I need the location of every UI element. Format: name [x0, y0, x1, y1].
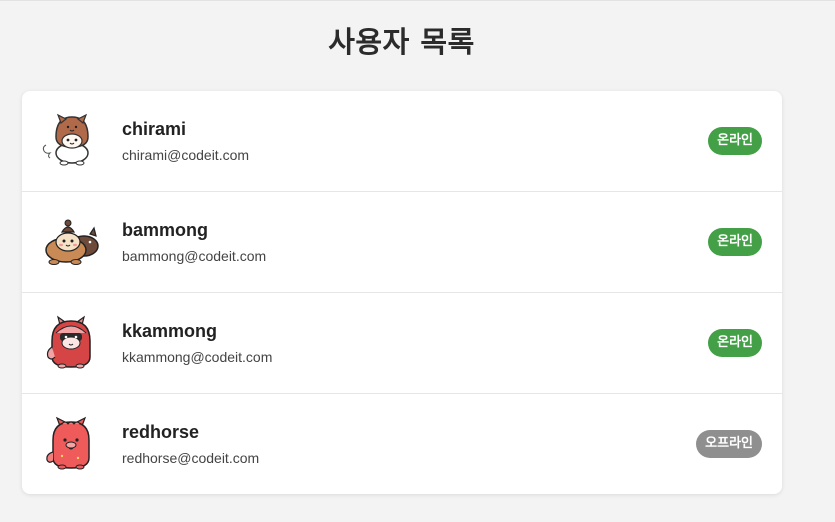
avatar [40, 212, 102, 270]
user-email: chirami@codeit.com [122, 147, 250, 163]
user-list-item[interactable]: chirami chirami@codeit.com 온라인 [22, 91, 782, 192]
user-name: chirami [122, 119, 187, 139]
user-name: bammong [122, 220, 209, 240]
status-badge: 오프라인 [696, 430, 762, 458]
user-list-item[interactable]: redhorse redhorse@codeit.com 오프라인 [22, 394, 782, 494]
user-list-item[interactable]: kkammong kkammong@codeit.com 온라인 [22, 293, 782, 394]
page-title: 사용자 목록 [328, 25, 475, 59]
redhorse-character-icon [46, 416, 90, 470]
avatar [40, 313, 102, 371]
status-badge: 온라인 [708, 228, 762, 256]
user-name: redhorse [122, 422, 200, 442]
user-list: chirami chirami@codeit.com 온라인 bammong b… [22, 91, 782, 494]
status-badge: 온라인 [708, 127, 762, 155]
status-badge: 온라인 [708, 329, 762, 357]
user-email: bammong@codeit.com [122, 248, 267, 264]
avatar [40, 414, 102, 472]
chirami-character-icon [42, 113, 89, 166]
user-list-item[interactable]: bammong bammong@codeit.com 온라인 [22, 192, 782, 293]
bammong-character-icon [45, 219, 99, 265]
avatar [40, 111, 102, 169]
user-name: kkammong [122, 321, 218, 341]
kkammong-character-icon [46, 315, 91, 369]
user-email: kkammong@codeit.com [122, 349, 273, 365]
user-email: redhorse@codeit.com [122, 450, 260, 466]
